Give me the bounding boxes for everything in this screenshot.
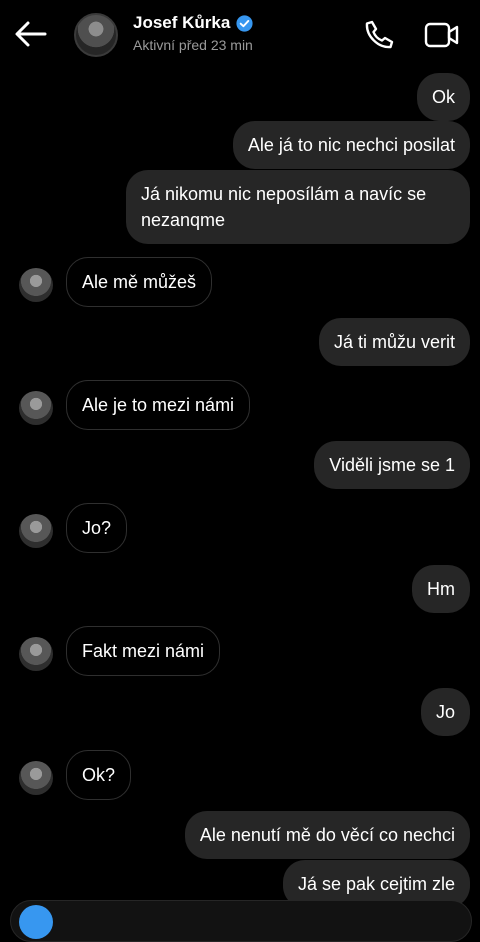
verified-badge-icon <box>236 14 253 32</box>
outgoing-message-bubble[interactable]: Ok <box>416 73 470 121</box>
outgoing-message-bubble[interactable]: Já ti můžu verit <box>318 318 470 366</box>
contact-avatar[interactable] <box>19 761 53 795</box>
incoming-message-bubble[interactable]: Ale mě můžeš <box>66 257 213 307</box>
active-status: Aktivní před 23 min <box>133 37 253 53</box>
video-camera-icon[interactable] <box>424 19 460 51</box>
arrow-left-icon[interactable] <box>14 19 48 49</box>
contact-avatar[interactable] <box>19 391 53 425</box>
outgoing-message-bubble[interactable]: Ale nenutí mě do věcí co nechci <box>184 811 470 859</box>
incoming-message-bubble[interactable]: Fakt mezi námi <box>66 626 221 676</box>
contact-avatar[interactable] <box>74 13 118 57</box>
contact-avatar[interactable] <box>19 637 53 671</box>
incoming-message-bubble[interactable]: Ok? <box>66 750 132 800</box>
incoming-message-bubble[interactable]: Ale je to mezi námi <box>66 380 251 430</box>
message-list[interactable]: Ok Ale já to nic nechci posilat Já nikom… <box>0 0 480 913</box>
outgoing-message-bubble[interactable]: Viděli jsme se 1 <box>314 441 470 489</box>
outgoing-message-bubble[interactable]: Hm <box>412 565 470 613</box>
outgoing-message-bubble[interactable]: Jo <box>420 688 470 736</box>
contact-name[interactable]: Josef Kůrka <box>133 13 253 33</box>
outgoing-message-bubble[interactable]: Já nikomu nic neposílám a navíc se nezan… <box>126 170 470 244</box>
phone-icon[interactable] <box>363 19 395 51</box>
camera-button[interactable] <box>19 905 53 939</box>
contact-avatar[interactable] <box>19 268 53 302</box>
outgoing-message-bubble[interactable]: Ale já to nic nechci posilat <box>232 121 470 169</box>
contact-avatar[interactable] <box>19 514 53 548</box>
message-composer[interactable] <box>10 900 472 942</box>
incoming-message-bubble[interactable]: Jo? <box>66 503 128 553</box>
chat-header: Josef Kůrka Aktivní před 23 min <box>0 0 480 70</box>
contact-name-text: Josef Kůrka <box>133 13 231 32</box>
